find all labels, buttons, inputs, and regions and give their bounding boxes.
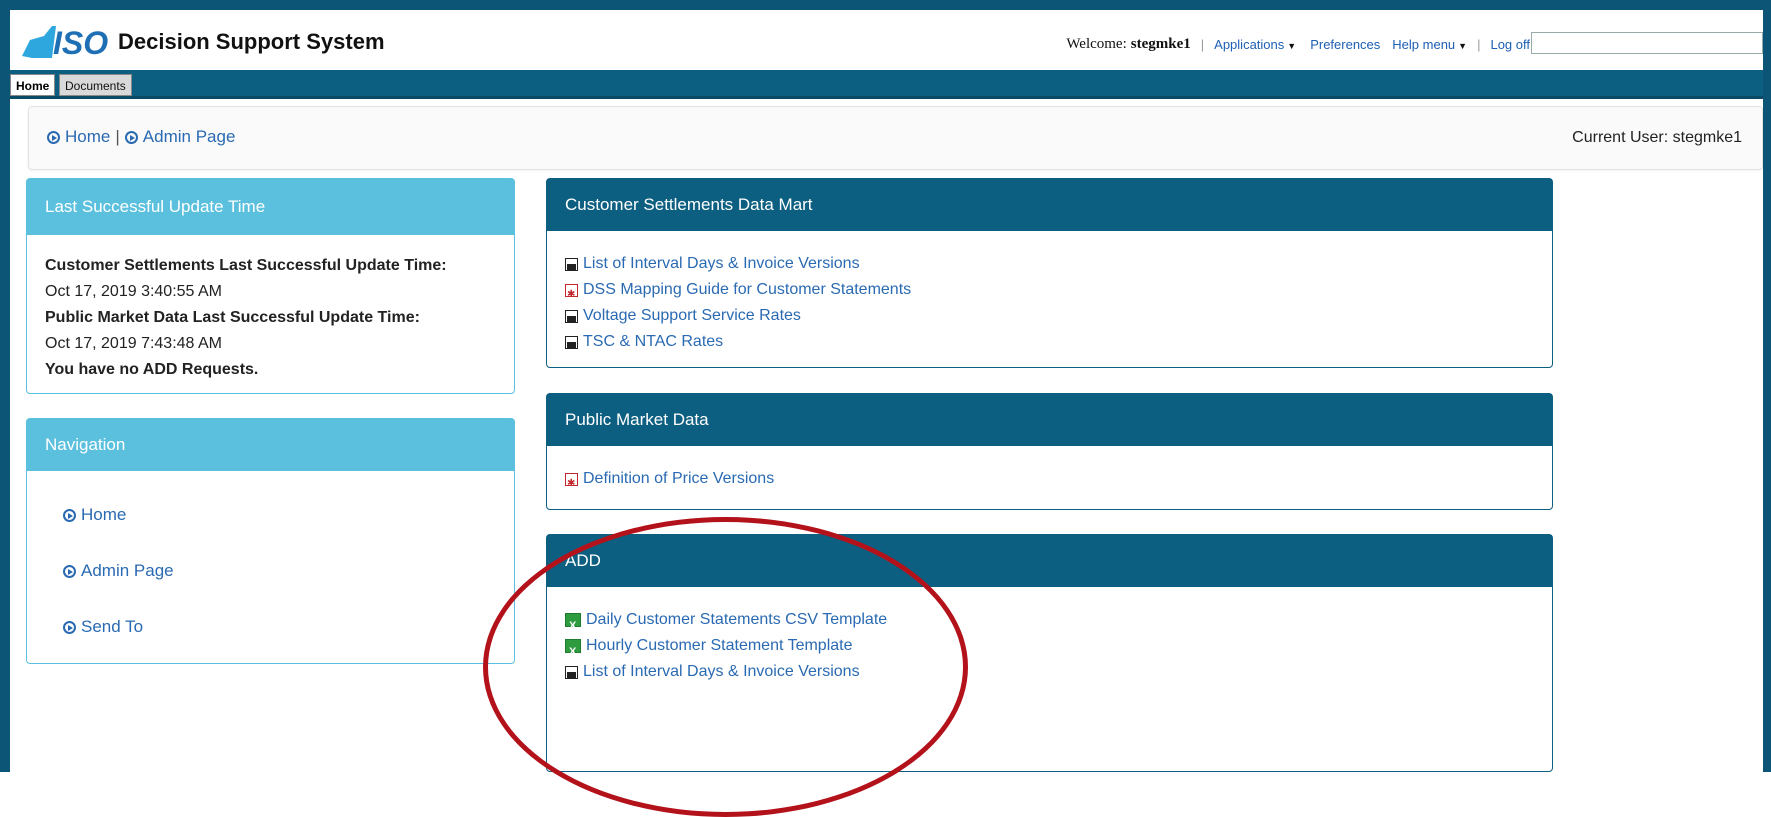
chevron-down-icon: ▼ [1458, 41, 1468, 51]
excel-icon [565, 639, 581, 665]
link-hourly-template[interactable]: Hourly Customer Statement Template [565, 633, 1534, 665]
search-input[interactable] [1531, 32, 1763, 54]
divider: | [1477, 37, 1481, 52]
link-label: Definition of Price Versions [583, 470, 775, 487]
document-icon [565, 309, 578, 323]
link-interval-days[interactable]: List of Interval Days & Invoice Versions [565, 251, 1534, 277]
breadcrumb-bar: Home | Admin Page Current User: stegmke1 [28, 106, 1763, 170]
navigation-body: Home Admin Page Send To [27, 471, 514, 691]
last-update-body: Customer Settlements Last Successful Upd… [27, 235, 514, 401]
log-off-link[interactable]: Log off [1490, 37, 1530, 52]
nav-item-admin-page[interactable]: Admin Page [63, 561, 496, 581]
circle-arrow-icon [124, 130, 138, 144]
chevron-down-icon: ▼ [1287, 41, 1297, 51]
add-panel: ADD Daily Customer Statements CSV Templa… [546, 534, 1553, 772]
nav-item-send-to[interactable]: Send To [63, 617, 496, 637]
breadcrumb-home[interactable]: Home [65, 127, 110, 147]
add-requests-status: You have no ADD Requests. [45, 361, 259, 378]
link-dss-mapping-guide[interactable]: DSS Mapping Guide for Customer Statement… [565, 277, 1534, 308]
pmd-update-label: Public Market Data Last Successful Updat… [45, 309, 420, 326]
cs-update-time: Oct 17, 2019 3:40:55 AM [45, 283, 223, 300]
panel-title: ADD [547, 535, 1552, 587]
applications-menu[interactable]: Applications ▼ [1214, 37, 1296, 52]
link-label: Daily Customer Statements CSV Template [586, 611, 888, 628]
nyiso-logo-icon: ISO [22, 25, 108, 60]
link-label: List of Interval Days & Invoice Versions [583, 255, 860, 272]
panel-title: Customer Settlements Data Mart [547, 179, 1552, 231]
link-daily-csv-template[interactable]: Daily Customer Statements CSV Template [565, 607, 1534, 639]
circle-arrow-icon [47, 130, 60, 144]
link-label: Hourly Customer Statement Template [586, 637, 853, 654]
nav-item-home[interactable]: Home [63, 505, 496, 525]
circle-arrow-icon [63, 508, 76, 522]
last-update-panel: Last Successful Update Time Customer Set… [26, 178, 515, 394]
link-label: Voltage Support Service Rates [583, 307, 801, 324]
link-label: TSC & NTAC Rates [583, 333, 724, 350]
divider: | [1200, 37, 1205, 52]
nav-item-label: Home [81, 505, 127, 524]
document-icon [565, 665, 578, 679]
link-interval-days-add[interactable]: List of Interval Days & Invoice Versions [565, 659, 1534, 685]
top-header: ISO Decision Support System Welcome: ste… [10, 10, 1763, 71]
add-body: Daily Customer Statements CSV Template H… [547, 587, 1552, 703]
breadcrumb: Home | Admin Page [47, 127, 235, 147]
help-menu[interactable]: Help menu ▼ [1392, 37, 1467, 52]
breadcrumb-separator: | [115, 127, 120, 146]
header-links: Welcome: stegmke1 | Applications ▼ Prefer… [1066, 36, 1530, 53]
nav-item-label: Admin Page [81, 561, 174, 580]
current-user: Current User: stegmke1 [1572, 129, 1742, 146]
navigation-panel: Navigation Home Admin Page Send To [26, 418, 515, 664]
logo-text: ISO [53, 25, 108, 60]
link-label: DSS Mapping Guide for Customer Statement… [583, 281, 912, 298]
document-icon [565, 257, 578, 271]
applications-label: Applications [1214, 37, 1285, 52]
link-label: List of Interval Days & Invoice Versions [583, 663, 860, 680]
nav-item-label: Send To [81, 617, 144, 636]
cs-update-label: Customer Settlements Last Successful Upd… [45, 257, 447, 274]
public-market-body: Definition of Price Versions [547, 446, 1552, 510]
excel-icon [565, 613, 581, 639]
link-voltage-support[interactable]: Voltage Support Service Rates [565, 303, 1534, 329]
app-title: Decision Support System [118, 29, 385, 54]
customer-settlements-body: List of Interval Days & Invoice Versions… [547, 231, 1552, 373]
panel-title: Navigation [27, 419, 514, 471]
pdf-icon [565, 282, 578, 308]
welcome-label: Welcome: [1066, 36, 1127, 52]
breadcrumb-admin-page[interactable]: Admin Page [143, 127, 236, 147]
tab-documents[interactable]: Documents [59, 74, 132, 96]
document-icon [565, 335, 578, 349]
welcome-username: stegmke1 [1130, 36, 1191, 52]
public-market-panel: Public Market Data Definition of Price V… [546, 393, 1553, 510]
circle-arrow-icon [63, 620, 76, 634]
link-price-versions[interactable]: Definition of Price Versions [565, 466, 1534, 497]
panel-title: Public Market Data [547, 394, 1552, 446]
logo[interactable]: ISO Decision Support System [22, 22, 385, 62]
tab-home[interactable]: Home [10, 74, 56, 96]
pmd-update-time: Oct 17, 2019 7:43:48 AM [45, 335, 223, 352]
tab-bar: Home Documents [10, 70, 1763, 99]
circle-arrow-icon [63, 564, 76, 578]
help-menu-label: Help menu [1392, 37, 1456, 52]
customer-settlements-panel: Customer Settlements Data Mart List of I… [546, 178, 1553, 368]
link-tsc-ntac[interactable]: TSC & NTAC Rates [565, 329, 1534, 355]
pdf-icon [565, 471, 578, 497]
panel-title: Last Successful Update Time [27, 179, 514, 235]
preferences-link[interactable]: Preferences [1310, 37, 1380, 52]
